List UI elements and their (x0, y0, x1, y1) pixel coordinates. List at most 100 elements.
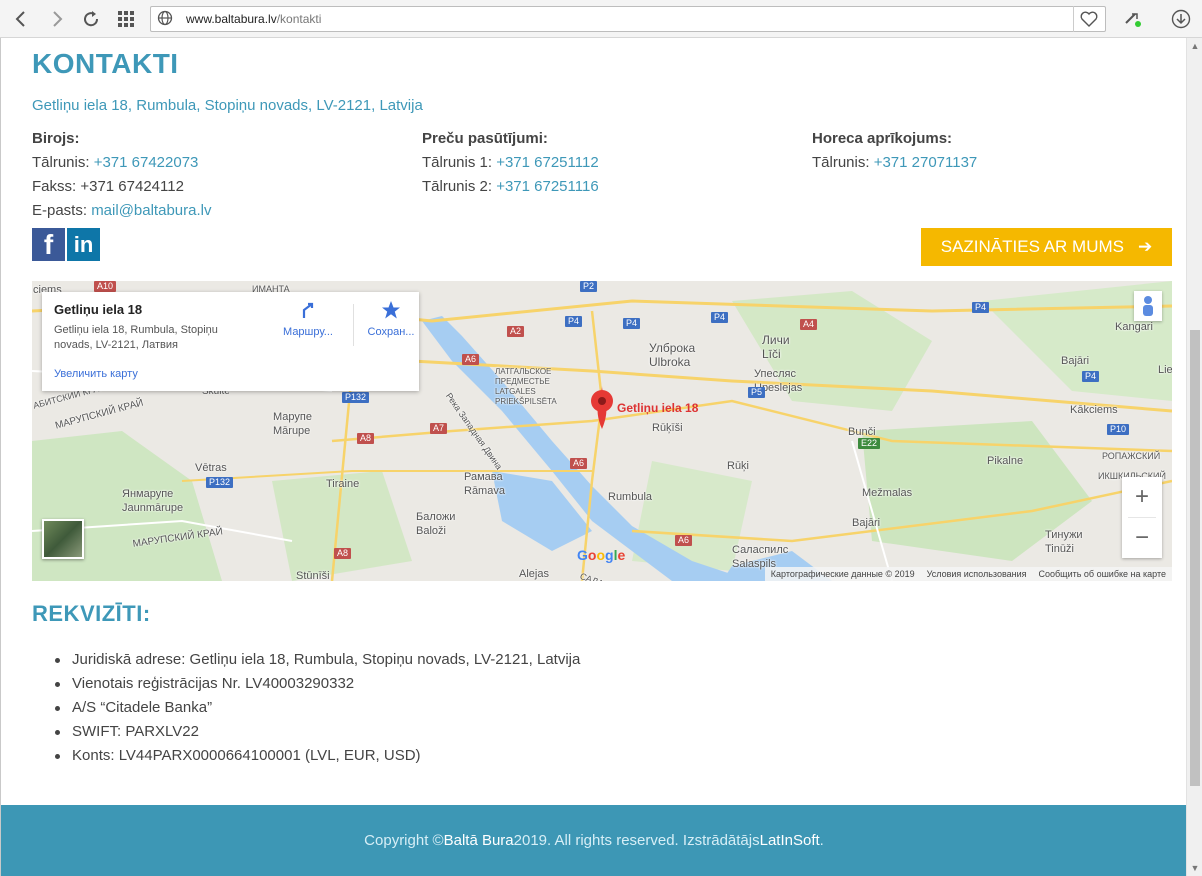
map-place-label: Līči (762, 347, 781, 361)
list-item: Konts: LV44PARX0000664100001 (LVL, EUR, … (54, 744, 580, 768)
url-text: www.baltabura.lv/kontakti (186, 12, 322, 26)
road-shield-label: A6 (462, 354, 480, 365)
map-place-label: Kangari (1115, 321, 1153, 333)
orders-phone1-row: Tālrunis 1: +371 67251112 (422, 154, 599, 171)
brand-link[interactable]: Baltā Bura (444, 832, 514, 849)
zoom-out-button[interactable]: − (1122, 518, 1162, 558)
pin-label: Getliņu iela 18 (617, 401, 699, 415)
road-shield-label: P2 (580, 281, 598, 292)
address-bar[interactable]: www.baltabura.lv/kontakti (150, 6, 1106, 32)
horeca-phone-link[interactable]: +371 27071137 (874, 154, 978, 171)
road-shield-label: A6 (570, 458, 588, 469)
road-shield-label: E22 (858, 438, 881, 449)
site-footer: Copyright © Baltā Bura 2019. All rights … (1, 805, 1186, 876)
list-item: Vienotais reģistrācijas Nr. LV4000329033… (54, 672, 580, 696)
orders-phone2-row: Tālrunis 2: +371 67251116 (422, 178, 599, 195)
street-view-pegman-icon[interactable] (1134, 291, 1162, 321)
page-scrollbar[interactable]: ▲ ▼ (1186, 38, 1202, 876)
scroll-down-icon[interactable]: ▼ (1187, 860, 1202, 876)
company-address[interactable]: Getliņu iela 18, Rumbula, Stopiņu novads… (32, 97, 423, 114)
place-card-address: Getliņu iela 18, Rumbula, Stopiņu novads… (54, 324, 218, 351)
extension-icon[interactable] (1120, 6, 1146, 32)
map-place-label: Bajāri (1061, 355, 1090, 367)
page-content: KONTAKTI Getliņu iela 18, Rumbula, Stopi… (0, 38, 1186, 876)
office-phone-link[interactable]: +371 67422073 (94, 154, 199, 171)
forward-icon[interactable] (44, 6, 70, 32)
back-icon[interactable] (8, 6, 34, 32)
road-shield-label: P4 (711, 312, 729, 323)
road-shield-label: A7 (430, 423, 448, 434)
map-place-label: Baloži (416, 525, 446, 537)
office-contacts: Birojs: Tālrunis: +371 67422073 Fakss: +… (32, 127, 211, 223)
horeca-phone-row: Tālrunis: +371 27071137 (812, 154, 978, 171)
road-shield-label: A8 (334, 548, 352, 559)
map-data-credit: Картографические данные © 2019 (770, 569, 915, 579)
map-place-label: Vētras (195, 462, 227, 474)
zoom-controls: + − (1122, 477, 1162, 558)
orders-phone2-link[interactable]: +371 67251116 (496, 178, 598, 195)
map-place-label: Tinūži (1045, 543, 1074, 555)
office-email-link[interactable]: mail@baltabura.lv (91, 202, 211, 219)
map-report-link[interactable]: Сообщить об ошибке на карте (1039, 569, 1166, 579)
zoom-in-button[interactable]: + (1122, 477, 1162, 517)
google-map[interactable]: Личи Līči Улброка Ulbroka Kangari Bajāri Упесл… (32, 281, 1172, 581)
map-place-label: Mežmalas (862, 487, 913, 499)
download-icon[interactable] (1168, 6, 1194, 32)
office-heading: Birojs: (32, 130, 80, 147)
map-terms-link[interactable]: Условия использования (927, 569, 1027, 579)
office-phone-row: Tālrunis: +371 67422073 (32, 154, 199, 171)
scroll-thumb[interactable] (1190, 330, 1200, 786)
satellite-view-toggle[interactable] (42, 519, 84, 559)
road-shield-label: P10 (1107, 424, 1130, 435)
office-fax: Fakss: +371 67424112 (32, 178, 184, 195)
directions-button[interactable]: Маршру... (276, 300, 340, 338)
star-icon (359, 300, 423, 326)
map-place-label: Rāmava (464, 485, 505, 497)
scroll-up-icon[interactable]: ▲ (1187, 38, 1202, 54)
map-place-label: Рамава (464, 471, 503, 483)
contact-us-button[interactable]: SAZINĀTIES AR MUMS ➔ (921, 228, 1172, 266)
map-place-label: Марупе (273, 411, 312, 423)
enlarge-map-link[interactable]: Увеличить карту (54, 368, 138, 380)
map-place-label: Tiraine (326, 478, 360, 490)
road-shield-label: P4 (972, 302, 990, 313)
map-place-label: Баложи (416, 511, 456, 523)
map-place-label: Ulbroka (649, 355, 691, 369)
directions-icon (276, 300, 340, 326)
developer-link[interactable]: LatInSoft (760, 832, 820, 849)
office-email-row: E-pasts: mail@baltabura.lv (32, 202, 212, 219)
reload-icon[interactable] (78, 6, 104, 32)
linkedin-icon[interactable]: in (67, 228, 100, 261)
map-place-label: Mārupe (273, 425, 311, 437)
speed-dial-icon[interactable] (113, 6, 139, 32)
map-place-label: Улброка (649, 341, 696, 355)
road-shield-label: P4 (565, 316, 583, 327)
road-shield-label: A2 (507, 326, 525, 337)
road-shield-label: P132 (206, 477, 234, 488)
map-place-label: Саласпилс (732, 544, 789, 556)
map-place-label: Rumbula (608, 491, 653, 503)
orders-phone1-link[interactable]: +371 67251112 (496, 154, 598, 171)
arrow-right-icon: ➔ (1138, 237, 1153, 256)
map-attribution: Картографические данные © 2019 Условия и… (764, 567, 1172, 581)
map-place-label: Тинужи (1045, 529, 1083, 541)
map-place-label: Rūķi (727, 460, 750, 472)
facebook-icon[interactable]: f (32, 228, 65, 261)
map-place-label: Pikalne (987, 455, 1024, 467)
list-item: A/S “Citadele Banka” (54, 696, 580, 720)
globe-icon (157, 10, 175, 28)
map-place-label: Bajāri (852, 517, 881, 529)
browser-toolbar: www.baltabura.lv/kontakti (0, 0, 1202, 38)
google-logo: Google (577, 547, 626, 563)
road-shield-label: P4 (1082, 371, 1100, 382)
map-place-label: Янмарупе (122, 488, 174, 500)
save-place-button[interactable]: Сохран... (359, 300, 423, 338)
orders-heading: Preču pasūtījumi: (422, 130, 548, 147)
horeca-contacts: Horeca aprīkojums: Tālrunis: +371 270711… (812, 127, 977, 175)
map-place-label: РОПАЖСКИЙ (1102, 451, 1161, 461)
map-place-label: Упесляс (754, 368, 796, 380)
map-place-label: Jaunmārupe (122, 502, 184, 514)
requisites-list: Juridiskā adrese: Getliņu iela 18, Rumbu… (54, 648, 580, 768)
bookmark-heart-icon[interactable] (1073, 6, 1103, 32)
map-place-label: Stūnīši (296, 570, 330, 581)
